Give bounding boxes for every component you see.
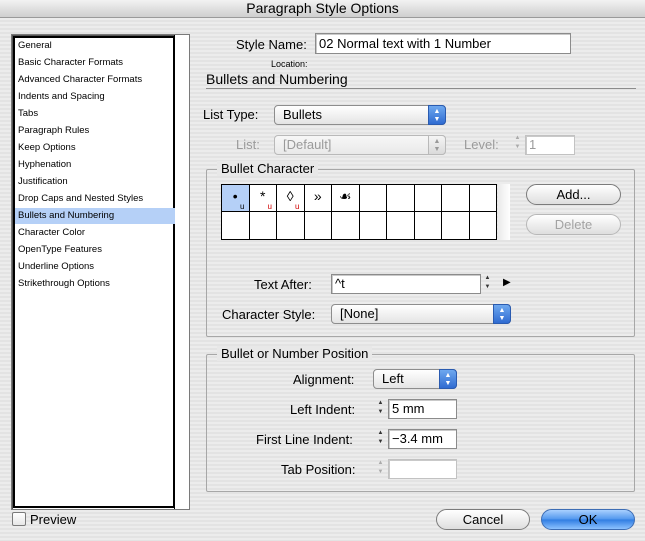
character-style-label: Character Style: [222,307,316,322]
text-after-menu-arrow-icon[interactable]: ▶ [503,277,511,288]
sidebar-item-hyphenation[interactable]: Hyphenation [15,157,175,173]
glyph-cell[interactable] [442,212,470,239]
category-list[interactable]: General Basic Character Formats Advanced… [11,34,190,510]
glyph-cell[interactable] [277,212,305,239]
popup-arrows-icon: ▲ ▼ [428,135,446,155]
popup-arrows-icon: ▲ ▼ [493,304,511,324]
glyph-grid-scrollbar[interactable] [498,184,510,240]
sidebar-item-basic-character-formats[interactable]: Basic Character Formats [15,55,175,71]
sidebar-item-general[interactable]: General [15,38,175,54]
sidebar-item-character-color[interactable]: Character Color [15,225,175,241]
position-group-title: Bullet or Number Position [217,346,373,361]
glyph-font-mark: u [267,202,272,211]
bullet-glyph-grid[interactable]: • u * u ◊ u » ☙ [221,184,497,240]
glyph: ☙ [338,188,352,204]
glyph-cell[interactable]: * u [249,185,277,212]
sidebar-item-tabs[interactable]: Tabs [15,106,175,122]
first-line-indent-stepper[interactable]: ▲ ▼ [375,429,386,449]
sidebar-item-justification[interactable]: Justification [15,174,175,190]
dialog: General Basic Character Formats Advanced… [0,18,645,541]
ok-button[interactable]: OK [541,509,635,530]
sidebar-item-drop-caps[interactable]: Drop Caps and Nested Styles [15,191,175,207]
sidebar-item-underline-options[interactable]: Underline Options [15,259,175,275]
glyph-cell[interactable]: ◊ u [277,185,305,212]
category-list-scrollbar[interactable] [174,35,189,509]
glyph-cell[interactable] [387,212,415,239]
style-name-label: Style Name: [236,37,307,52]
glyph-font-mark: u [240,202,245,211]
style-name-input[interactable]: 02 Normal text with 1 Number [315,33,571,54]
glyph: » [313,188,322,204]
tab-position-input [388,459,457,479]
glyph-cell[interactable] [442,185,470,212]
section-title: Bullets and Numbering [206,71,348,87]
glyph-cell[interactable] [469,185,497,212]
glyph-cell[interactable]: » [304,185,332,212]
glyph-cell[interactable] [359,185,387,212]
list-type-select[interactable]: Bullets ▲ ▼ [274,105,446,125]
glyph-font-mark: u [295,202,300,211]
glyph-cell[interactable] [415,212,442,239]
glyph: * [260,188,266,204]
alignment-select[interactable]: Left ▲ ▼ [373,369,457,389]
list-value: [Default] [283,137,332,152]
glyph-cell[interactable] [414,185,442,212]
bullet-character-title: Bullet Character [217,161,319,176]
popup-arrows-icon: ▲ ▼ [439,369,457,389]
add-bullet-button[interactable]: Add... [526,184,621,205]
glyph: • [232,188,238,204]
popup-arrows-icon: ▲ ▼ [428,105,446,125]
glyph-cell[interactable] [387,185,415,212]
left-indent-input[interactable]: 5 mm [388,399,457,419]
sidebar-item-paragraph-rules[interactable]: Paragraph Rules [15,123,175,139]
character-style-select[interactable]: [None] ▲ ▼ [331,304,511,324]
sidebar-item-bullets-and-numbering[interactable]: Bullets and Numbering [15,208,175,224]
list-type-value: Bullets [283,107,323,122]
glyph-cell[interactable] [332,212,360,239]
level-stepper: ▲ ▼ [514,135,521,150]
character-style-value: [None] [340,306,379,321]
text-after-label: Text After: [254,277,312,292]
delete-bullet-button: Delete [526,214,621,235]
sidebar-item-advanced-character-formats[interactable]: Advanced Character Formats [15,72,175,88]
sidebar-item-keep-options[interactable]: Keep Options [15,140,175,156]
tab-position-stepper: ▲ ▼ [377,460,384,475]
window-title: Paragraph Style Options [0,0,645,18]
list-type-label: List Type: [203,107,259,122]
level-label: Level: [464,137,499,152]
alignment-value: Left [382,371,404,386]
cancel-button[interactable]: Cancel [436,509,530,530]
glyph-cell[interactable] [360,212,387,239]
sidebar-item-opentype-features[interactable]: OpenType Features [15,242,175,258]
glyph-cell[interactable] [305,212,332,239]
glyph: ◊ [286,188,294,204]
first-line-indent-input[interactable]: −3.4 mm [388,429,457,449]
list-select: [Default] ▲ ▼ [274,135,446,155]
preview-checkbox[interactable] [12,512,26,526]
sidebar-item-indents-and-spacing[interactable]: Indents and Spacing [15,89,175,105]
glyph-cell[interactable]: • u [222,185,250,212]
text-after-input[interactable]: ^t [331,274,481,294]
glyph-cell[interactable]: ☙ [332,185,360,212]
glyph-cell[interactable] [470,212,498,239]
section-divider [206,88,636,89]
location-label: Location: [271,59,308,69]
preview-label[interactable]: Preview [30,512,76,527]
text-after-stepper[interactable]: ▲ ▼ [482,274,493,294]
left-indent-stepper[interactable]: ▲ ▼ [375,399,386,419]
alignment-label: Alignment: [293,372,355,387]
tab-position-label: Tab Position: [281,462,356,477]
glyph-cell[interactable] [250,212,277,239]
sidebar-item-strikethrough-options[interactable]: Strikethrough Options [15,276,175,292]
list-label: List: [236,137,260,152]
left-indent-label: Left Indent: [290,402,356,417]
first-line-indent-label: First Line Indent: [256,432,353,447]
glyph-cell[interactable] [222,212,250,239]
level-input: 1 [525,135,575,155]
